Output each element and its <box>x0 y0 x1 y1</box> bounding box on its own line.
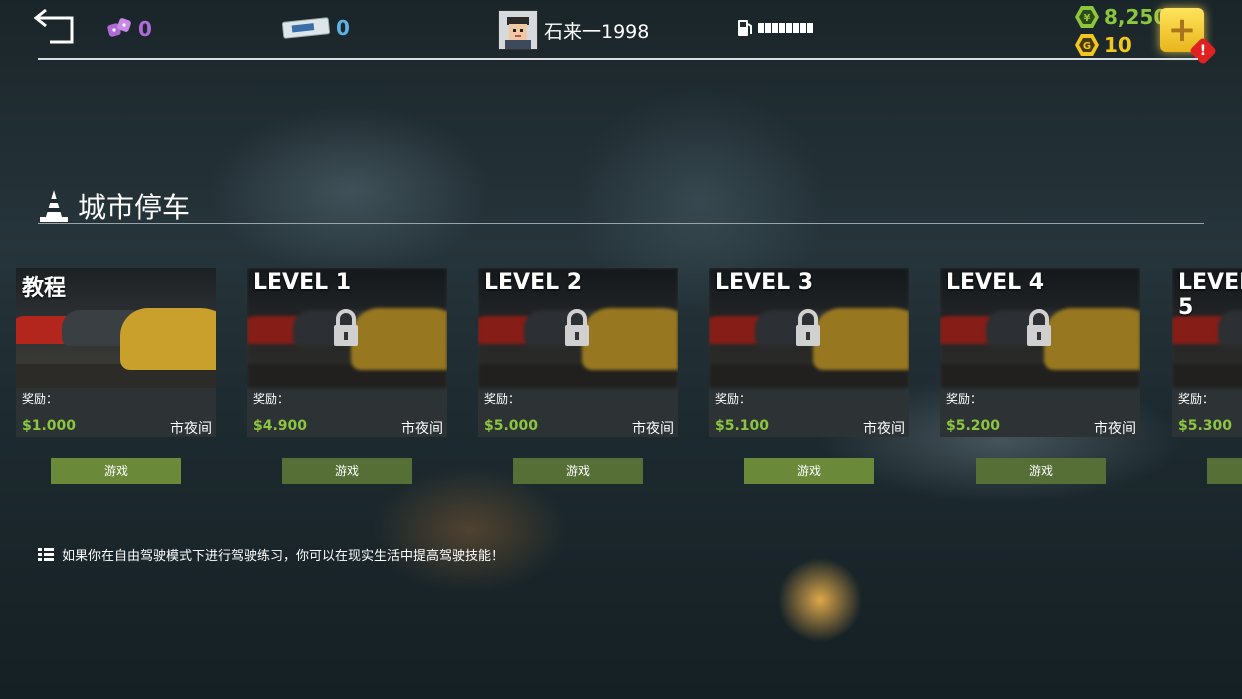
lock-icon <box>334 309 358 346</box>
level-location: 市夜间 <box>1094 421 1136 437</box>
dice-count: 0 <box>138 17 152 41</box>
svg-text:¥: ¥ <box>1084 13 1091 24</box>
level-card-2[interactable]: LEVEL 2 奖励： $5.000 市夜间 <box>478 268 678 437</box>
fuel-pump-icon <box>738 20 752 36</box>
player-name: 石来一1998 <box>544 20 650 43</box>
lock-icon <box>796 309 820 346</box>
section-divider <box>38 223 1204 224</box>
gold-balance: G 10 <box>1074 33 1132 57</box>
reward-label: 奖励： <box>22 392 59 406</box>
plus-icon: + <box>1167 10 1197 50</box>
play-button-level-2[interactable]: 游戏 <box>513 458 643 484</box>
lock-icon <box>1027 309 1051 346</box>
level-card-3[interactable]: LEVEL 3 奖励： $5.100 市夜间 <box>709 268 909 437</box>
cash-balance: ¥ 8,250 <box>1074 5 1167 29</box>
header-divider <box>38 58 1198 60</box>
play-button-level-5[interactable] <box>1207 458 1242 484</box>
level-title: LEVEL 1 <box>253 270 352 295</box>
level-card-4[interactable]: LEVEL 4 奖励： $5.200 市夜间 <box>940 268 1140 437</box>
dice-counter: 0 <box>106 16 152 42</box>
tip-text: 如果你在自由驾驶模式下进行驾驶练习，你可以在现实生活中提高驾驶技能！ <box>62 549 505 564</box>
play-button-tutorial[interactable]: 游戏 <box>51 458 181 484</box>
fuel-bars <box>758 23 814 33</box>
gold-hex-icon: G <box>1075 34 1099 56</box>
ticket-count: 0 <box>336 16 350 40</box>
cash-hex-icon: ¥ <box>1075 6 1099 28</box>
level-title: LEVEL 3 <box>715 270 814 295</box>
alert-badge: ! <box>1188 36 1218 66</box>
avatar-face-icon <box>505 17 531 49</box>
level-title: LEVEL 2 <box>484 270 583 295</box>
section-header: 城市停车 <box>38 186 190 226</box>
list-icon <box>38 547 54 561</box>
gold-amount: 10 <box>1104 33 1132 57</box>
cash-amount: 8,250 <box>1104 5 1168 29</box>
avatar[interactable] <box>498 10 538 50</box>
play-button-level-1[interactable]: 游戏 <box>282 458 412 484</box>
svg-text:G: G <box>1083 41 1091 52</box>
tip-message: 如果你在自由驾驶模式下进行驾驶练习，你可以在现实生活中提高驾驶技能！ <box>38 545 504 564</box>
reward-amount: $1.000 <box>22 418 77 434</box>
lock-icon <box>565 309 589 346</box>
play-button-level-3[interactable]: 游戏 <box>744 458 874 484</box>
play-button-level-4[interactable]: 游戏 <box>976 458 1106 484</box>
reward-amount: $5.300 <box>1178 418 1233 434</box>
reward-amount: $4.900 <box>253 418 308 434</box>
level-location: 市夜间 <box>863 421 905 437</box>
reward-amount: $5.100 <box>715 418 770 434</box>
ticket-counter: 0 <box>282 16 350 40</box>
level-card-1[interactable]: LEVEL 1 奖励： $4.900 市夜间 <box>247 268 447 437</box>
traffic-cone-icon <box>40 190 68 222</box>
reward-amount: $5.000 <box>484 418 539 434</box>
dice-icon <box>107 18 131 37</box>
level-card-5[interactable]: LEVEL 5 奖励： $5.300 <box>1172 268 1242 437</box>
fuel-gauge <box>736 18 814 38</box>
reward-label: 奖励： <box>1178 392 1215 406</box>
level-title: 教程 <box>22 276 67 301</box>
reward-label: 奖励： <box>946 392 983 406</box>
level-card-tutorial[interactable]: 教程 奖励： $1.000 市夜间 <box>16 268 216 437</box>
level-location: 市夜间 <box>401 421 443 437</box>
ticket-icon <box>282 17 330 39</box>
level-title: LEVEL 4 <box>946 270 1045 295</box>
reward-label: 奖励： <box>715 392 752 406</box>
reward-label: 奖励： <box>484 392 521 406</box>
back-arrow-icon[interactable] <box>32 8 76 48</box>
player-profile[interactable]: 石来一1998 <box>498 10 649 50</box>
level-location: 市夜间 <box>632 421 674 437</box>
level-title: LEVEL 5 <box>1178 270 1242 320</box>
reward-label: 奖励： <box>253 392 290 406</box>
reward-amount: $5.200 <box>946 418 1001 434</box>
level-location: 市夜间 <box>170 421 212 437</box>
section-title: 城市停车 <box>78 191 191 224</box>
top-bar: 0 0 石来一1998 ¥ 8,250 G 10 + ! <box>0 0 1242 66</box>
